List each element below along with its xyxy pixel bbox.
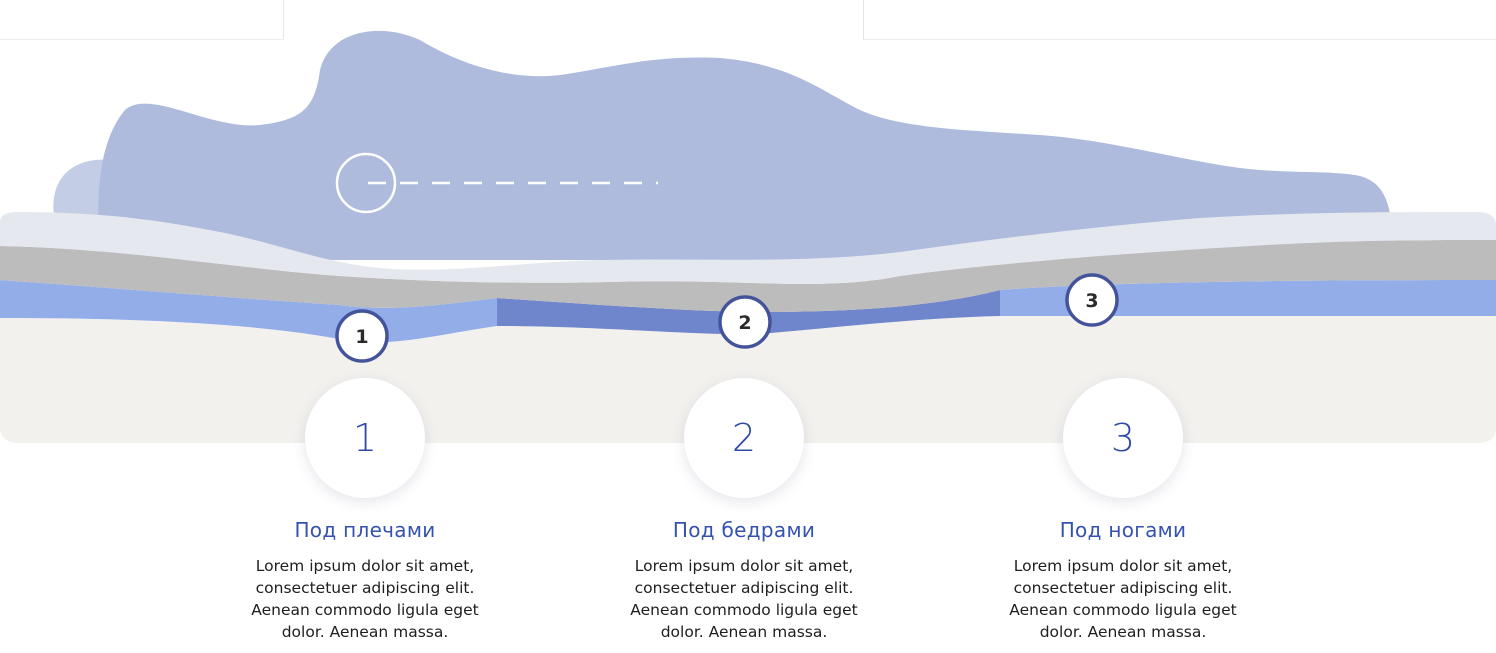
step-number-badge: 3 [1063,378,1183,498]
zone-marker-2-label: 2 [738,312,751,334]
zone-marker-1-label: 1 [355,326,368,348]
step-number-badge: 2 [684,378,804,498]
step-title: Под бедрами [672,518,816,542]
step-title: Под плечами [294,518,436,542]
step-number-badge: 1 [305,378,425,498]
zone-marker-2: 2 [718,295,772,349]
step-description: Lorem ipsum dolor sit amet, consectetuer… [630,557,858,641]
step-description: Lorem ipsum dolor sit amet, consectetuer… [251,557,479,641]
zone-marker-3-label: 3 [1085,290,1098,312]
zone-marker-1: 1 [335,309,389,363]
step-title: Под ногами [1059,518,1187,542]
step-hips: 2 Под бедрами Lorem ipsum dolor sit amet… [564,378,924,643]
step-description: Lorem ipsum dolor sit amet, consectetuer… [1009,557,1237,641]
step-legs: 3 Под ногами Lorem ipsum dolor sit amet,… [943,378,1303,643]
step-shoulders: 1 Под плечами Lorem ipsum dolor sit amet… [185,378,545,643]
zone-marker-3: 3 [1065,273,1119,327]
